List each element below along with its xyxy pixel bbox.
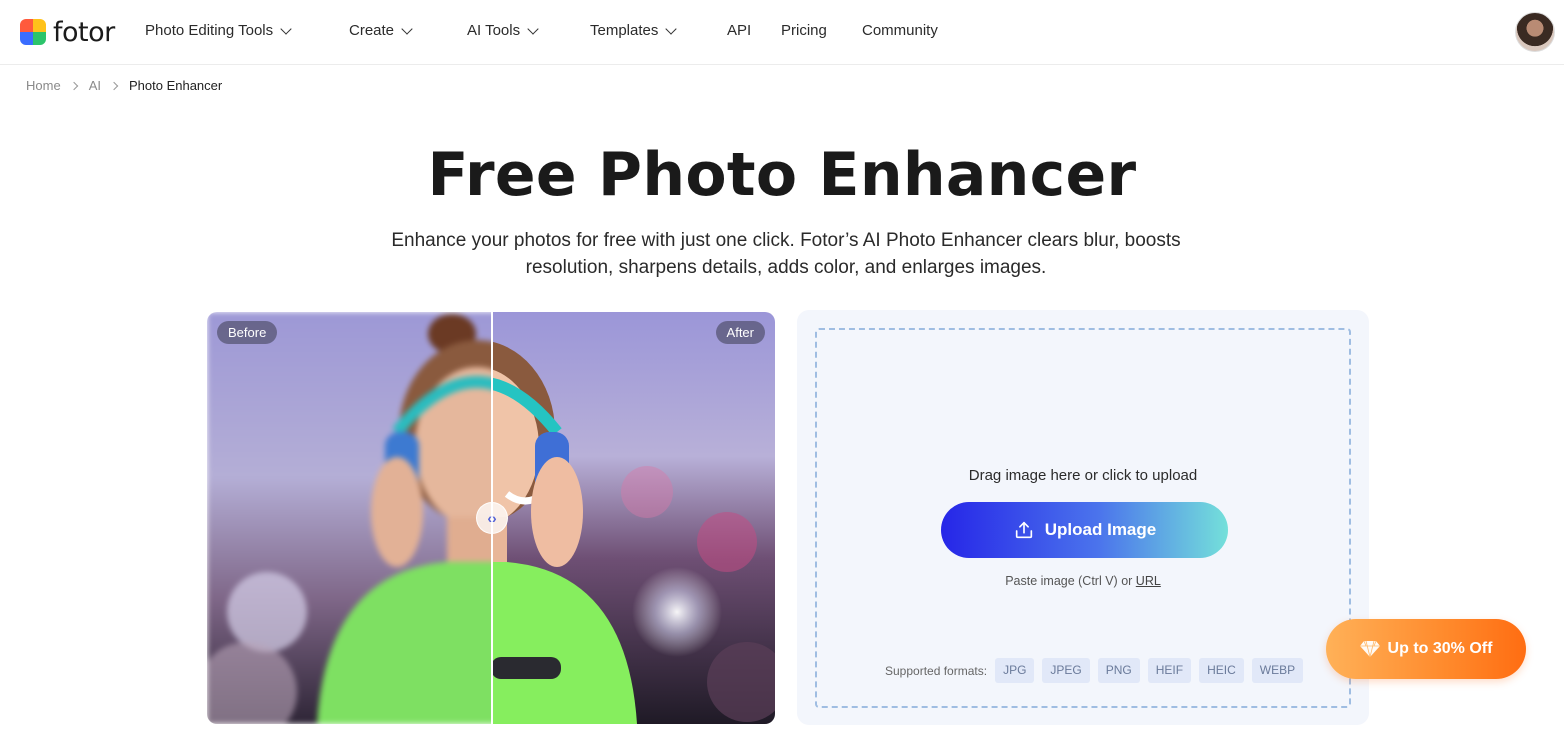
- page-title: Free Photo Enhancer: [427, 140, 1137, 210]
- breadcrumb-ai[interactable]: AI: [89, 78, 101, 93]
- nav-templates[interactable]: Templates: [590, 22, 678, 39]
- url-link[interactable]: URL: [1136, 574, 1161, 588]
- chevron-down-icon: [527, 22, 539, 35]
- upload-arrow-icon: [1015, 521, 1032, 539]
- nav-pricing[interactable]: Pricing: [781, 22, 827, 39]
- formats-label: Supported formats:: [885, 663, 988, 678]
- format-badge: HEIC: [1199, 658, 1244, 683]
- paste-hint: Paste image (Ctrl V) or URL: [817, 574, 1349, 588]
- nav-community[interactable]: Community: [862, 22, 938, 39]
- page-subtitle: Enhance your photos for free with just o…: [332, 227, 1240, 281]
- nav-api[interactable]: API: [727, 22, 751, 39]
- nav-create[interactable]: Create: [349, 22, 413, 39]
- nav-label: Community: [862, 22, 938, 39]
- nav-label: Pricing: [781, 22, 827, 39]
- promo-label: Up to 30% Off: [1387, 640, 1493, 657]
- upload-image-button[interactable]: Upload Image: [941, 502, 1228, 558]
- promo-discount-button[interactable]: Up to 30% Off: [1326, 619, 1526, 679]
- nav-label: AI Tools: [467, 22, 521, 39]
- top-header: fotor Photo Editing Tools Create AI Tool…: [0, 0, 1564, 65]
- image-dropzone[interactable]: Drag image here or click to upload Uploa…: [815, 328, 1351, 708]
- left-right-arrows-icon[interactable]: ‹›: [476, 502, 508, 534]
- before-label: Before: [217, 321, 278, 344]
- chevron-right-icon: [109, 81, 119, 90]
- drag-instruction: Drag image here or click to upload: [968, 467, 1198, 484]
- breadcrumb: Home AI Photo Enhancer: [26, 78, 222, 93]
- chevron-down-icon: [665, 22, 678, 35]
- chevron-down-icon: [401, 22, 413, 35]
- upload-panel: Drag image here or click to upload Uploa…: [797, 310, 1369, 725]
- paste-text: Paste image (Ctrl V) or: [1005, 574, 1133, 588]
- chevron-right-icon: [69, 81, 78, 90]
- nav-label: API: [727, 22, 752, 39]
- nav-ai-tools[interactable]: AI Tools: [467, 22, 539, 39]
- upload-button-label: Upload Image: [1044, 520, 1157, 539]
- format-badge: PNG: [1097, 658, 1140, 683]
- format-badge: JPEG: [1042, 658, 1090, 683]
- diamond-icon: [1359, 640, 1380, 658]
- breadcrumb-home[interactable]: Home: [26, 78, 61, 93]
- breadcrumb-current: Photo Enhancer: [128, 78, 223, 93]
- supported-formats: Supported formats: JPG JPEG PNG HEIF HEI…: [885, 658, 1304, 683]
- format-badge: HEIF: [1147, 658, 1192, 683]
- nav-label: Templates: [590, 22, 659, 39]
- fotor-logo-icon: [20, 19, 46, 45]
- nav-label: Create: [349, 22, 395, 39]
- format-badge: WEBP: [1251, 658, 1304, 683]
- chevron-down-icon: [280, 22, 292, 35]
- subtitle-line-2: resolution, sharpens details, adds color…: [525, 257, 1047, 278]
- subtitle-line-1: Enhance your photos for free with just o…: [391, 230, 1181, 251]
- user-avatar[interactable]: [1515, 12, 1555, 52]
- format-badge: JPG: [995, 658, 1035, 683]
- fotor-logo[interactable]: fotor: [20, 16, 115, 48]
- before-after-comparison[interactable]: ‹› Before After: [207, 312, 775, 724]
- nav-photo-editing-tools[interactable]: Photo Editing Tools: [145, 22, 292, 39]
- nav-label: Photo Editing Tools: [145, 22, 274, 39]
- brand-name: fotor: [53, 16, 115, 48]
- after-label: After: [715, 321, 765, 344]
